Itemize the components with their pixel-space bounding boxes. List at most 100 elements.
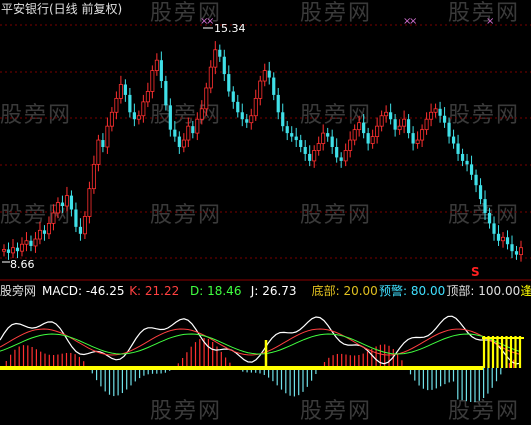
candle-body	[101, 140, 105, 147]
candle-body	[262, 70, 267, 82]
candle-body	[281, 112, 285, 127]
candle-body	[496, 233, 501, 241]
candle-body	[294, 136, 298, 141]
candle-body	[438, 108, 442, 116]
indicator-legend-item: MACD: -46.25	[42, 284, 125, 298]
candle-body	[173, 129, 177, 137]
candle-body	[150, 70, 155, 92]
candle-body	[227, 74, 231, 92]
candle-body	[249, 115, 254, 124]
candle-body	[105, 125, 110, 148]
candle-body	[60, 202, 65, 207]
candle-body	[505, 237, 510, 245]
candle-body	[118, 84, 123, 99]
candle-body	[299, 140, 303, 147]
candle-body	[15, 247, 20, 252]
candle-body	[469, 164, 474, 175]
indicator-legend-item: K: 21.22	[129, 284, 179, 298]
candle-body	[397, 125, 402, 131]
watermark-text: 股旁网	[300, 203, 372, 228]
watermark-text: 股旁网	[0, 203, 72, 228]
indicator-legend: 股旁网 MACD: -46.25 K: 21.22 D: 18.46 J: 26.73…	[0, 283, 531, 298]
candle-body	[218, 49, 222, 57]
candle-body	[136, 115, 141, 120]
candle-body	[321, 132, 326, 144]
candle-body	[303, 147, 307, 154]
candle-body	[393, 119, 397, 130]
watermark-text: 股旁网	[150, 103, 222, 128]
candle-body	[55, 202, 60, 214]
candle-body	[379, 115, 384, 127]
candle-body	[474, 174, 478, 186]
candle-body	[191, 126, 195, 134]
candle-body	[290, 133, 294, 137]
signal-mark: ×	[409, 16, 417, 27]
chart-title: 平安银行(日线 前复权)	[1, 1, 122, 16]
candle-body	[370, 136, 375, 144]
candle-body	[236, 101, 240, 113]
candle-body	[204, 87, 209, 110]
candle-body	[267, 70, 271, 78]
candle-body	[10, 247, 15, 254]
indicator-legend-item: 顶部: 100.00	[446, 283, 520, 298]
candle-body	[348, 139, 353, 151]
watermark-text: 股旁网	[150, 203, 222, 228]
candle-body	[46, 222, 51, 235]
candle-body	[245, 119, 249, 123]
candle-body	[24, 240, 29, 245]
candle-body	[501, 236, 506, 242]
indicator-legend-item: 预警: 80.00	[379, 283, 445, 298]
candle-body	[366, 133, 370, 144]
watermark-text: 股旁网	[448, 103, 520, 128]
candle-body	[272, 77, 276, 95]
candle-body	[384, 111, 389, 117]
candle-body	[29, 240, 33, 246]
watermark-text: 股旁网	[448, 399, 520, 424]
candle-body	[442, 115, 447, 123]
candle-body	[407, 119, 411, 134]
candle-body	[199, 108, 204, 120]
indicator-name: 股旁网	[0, 283, 36, 298]
candle-body	[91, 163, 96, 190]
candle-body	[42, 230, 47, 234]
candle-body	[64, 195, 69, 207]
candle-body	[510, 244, 514, 252]
indicator-legend-item: J: 26.73	[250, 284, 297, 298]
signal-mark: ×	[486, 16, 494, 27]
candle-body	[492, 223, 496, 234]
candle-body	[447, 122, 451, 137]
candle-body	[33, 238, 38, 247]
candle-body	[114, 97, 119, 113]
candle-body	[87, 188, 92, 217]
candle-body	[339, 157, 343, 161]
candle-body	[411, 133, 415, 144]
candle-body	[483, 199, 487, 213]
candle-body	[177, 136, 181, 147]
indicator-legend-item: 底部: 20.00	[312, 283, 378, 298]
candle-body	[74, 209, 78, 227]
candle-body	[415, 139, 420, 144]
low-price-label: 8.66	[10, 258, 35, 271]
candle-body	[6, 249, 11, 253]
candle-body	[316, 143, 321, 151]
candle-body	[460, 153, 465, 161]
candle-body	[478, 185, 483, 200]
candle-body	[96, 139, 101, 165]
chart-canvas: 股旁网 股旁网 股旁网 股旁网 股旁网 股旁网 股旁网 股旁网 股旁网 股旁网 …	[0, 0, 531, 425]
candle-body	[519, 247, 524, 256]
candle-body	[208, 66, 213, 89]
candle-body	[159, 60, 163, 82]
candle-body	[433, 108, 438, 113]
candle-body	[141, 101, 146, 117]
candle-body	[19, 243, 24, 252]
candle-body	[181, 139, 186, 148]
indicator-legend-item: D: 18.46	[190, 284, 241, 298]
candle-body	[402, 118, 407, 127]
candle-body	[154, 59, 159, 72]
candle-body	[231, 91, 235, 102]
candle-body	[164, 81, 168, 106]
candle-body	[132, 112, 136, 120]
candle-body	[145, 91, 150, 103]
candle-body	[352, 129, 357, 141]
candle-body	[37, 229, 42, 240]
